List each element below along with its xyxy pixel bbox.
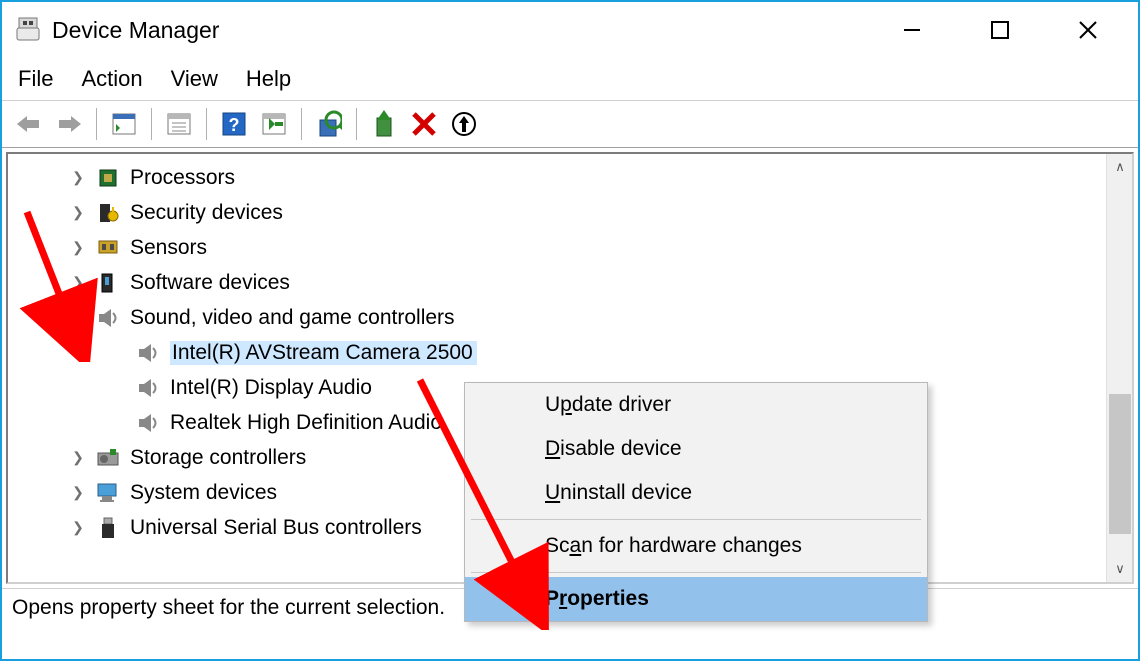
chevron-right-icon[interactable]: ❯: [68, 483, 88, 503]
tree-label: Intel(R) Display Audio: [170, 376, 372, 400]
sensor-icon: [96, 236, 120, 260]
device-manager-window: Device Manager File Action View Help: [0, 0, 1140, 661]
tree-node-sensors[interactable]: ❯ Sensors: [8, 230, 1106, 265]
tree-node-software-devices[interactable]: ❯ Software devices: [8, 265, 1106, 300]
menu-uninstall-device[interactable]: Uninstall device: [465, 471, 927, 515]
menu-view[interactable]: View: [171, 66, 218, 92]
chevron-right-icon[interactable]: ❯: [68, 238, 88, 258]
tree-label: Processors: [130, 166, 235, 190]
chevron-right-icon[interactable]: ❯: [68, 168, 88, 188]
chevron-down-icon[interactable]: ⌄: [68, 308, 88, 328]
menu-disable-device[interactable]: Disable device: [465, 427, 927, 471]
enable-device-button[interactable]: [367, 107, 401, 141]
scroll-up-icon[interactable]: ∧: [1107, 154, 1133, 180]
chevron-right-icon[interactable]: ❯: [68, 273, 88, 293]
tree-label: Realtek High Definition Audio: [170, 411, 442, 435]
chevron-right-icon[interactable]: ❯: [68, 448, 88, 468]
cpu-icon: [96, 166, 120, 190]
forward-button[interactable]: [52, 107, 86, 141]
menu-scan-hardware[interactable]: Scan for hardware changes: [465, 524, 927, 568]
tree-node-avstream-camera[interactable]: Intel(R) AVStream Camera 2500: [8, 335, 1106, 370]
software-icon: [96, 271, 120, 295]
menu-properties[interactable]: Properties: [465, 577, 927, 621]
tree-node-processors[interactable]: ❯ Processors: [8, 160, 1106, 195]
security-icon: [96, 201, 120, 225]
system-icon: [96, 481, 120, 505]
tree-label: Sound, video and game controllers: [130, 306, 455, 330]
menubar: File Action View Help: [2, 58, 1138, 100]
svg-text:?: ?: [229, 115, 240, 135]
back-button[interactable]: [12, 107, 46, 141]
update-driver-button[interactable]: [312, 107, 346, 141]
scroll-down-icon[interactable]: ∨: [1107, 556, 1133, 582]
menu-separator: [471, 519, 921, 520]
status-text: Opens property sheet for the current sel…: [12, 596, 445, 620]
speaker-icon: [96, 306, 120, 330]
speaker-icon: [136, 411, 160, 435]
tree-label: Storage controllers: [130, 446, 306, 470]
tree-node-sound-video[interactable]: ⌄ Sound, video and game controllers: [8, 300, 1106, 335]
tree-label: Security devices: [130, 201, 283, 225]
menu-help[interactable]: Help: [246, 66, 291, 92]
scroll-thumb[interactable]: [1109, 394, 1131, 534]
tree-label: System devices: [130, 481, 277, 505]
minimize-button[interactable]: [892, 15, 932, 45]
menu-action[interactable]: Action: [81, 66, 142, 92]
vertical-scrollbar[interactable]: ∧ ∨: [1106, 154, 1132, 582]
chevron-right-icon[interactable]: ❯: [68, 203, 88, 223]
speaker-icon: [136, 341, 160, 365]
uninstall-device-button[interactable]: [447, 107, 481, 141]
tree-label: Sensors: [130, 236, 207, 260]
properties-button[interactable]: [162, 107, 196, 141]
storage-icon: [96, 446, 120, 470]
titlebar: Device Manager: [2, 2, 1138, 58]
menu-file[interactable]: File: [18, 66, 53, 92]
disable-device-button[interactable]: [407, 107, 441, 141]
speaker-icon: [136, 376, 160, 400]
show-hide-tree-button[interactable]: [107, 107, 141, 141]
tree-label: Universal Serial Bus controllers: [130, 516, 422, 540]
usb-icon: [96, 516, 120, 540]
window-title: Device Manager: [52, 17, 892, 44]
app-icon: [14, 16, 42, 44]
scan-hardware-button[interactable]: [257, 107, 291, 141]
tree-label: Intel(R) AVStream Camera 2500: [170, 341, 477, 365]
context-menu: Update driver Disable device Uninstall d…: [464, 382, 928, 622]
chevron-right-icon[interactable]: ❯: [68, 518, 88, 538]
help-button[interactable]: ?: [217, 107, 251, 141]
tree-node-security-devices[interactable]: ❯ Security devices: [8, 195, 1106, 230]
tree-label: Software devices: [130, 271, 290, 295]
menu-separator: [471, 572, 921, 573]
maximize-button[interactable]: [980, 15, 1020, 45]
close-button[interactable]: [1068, 15, 1108, 45]
menu-update-driver[interactable]: Update driver: [465, 383, 927, 427]
toolbar: ?: [2, 100, 1138, 148]
